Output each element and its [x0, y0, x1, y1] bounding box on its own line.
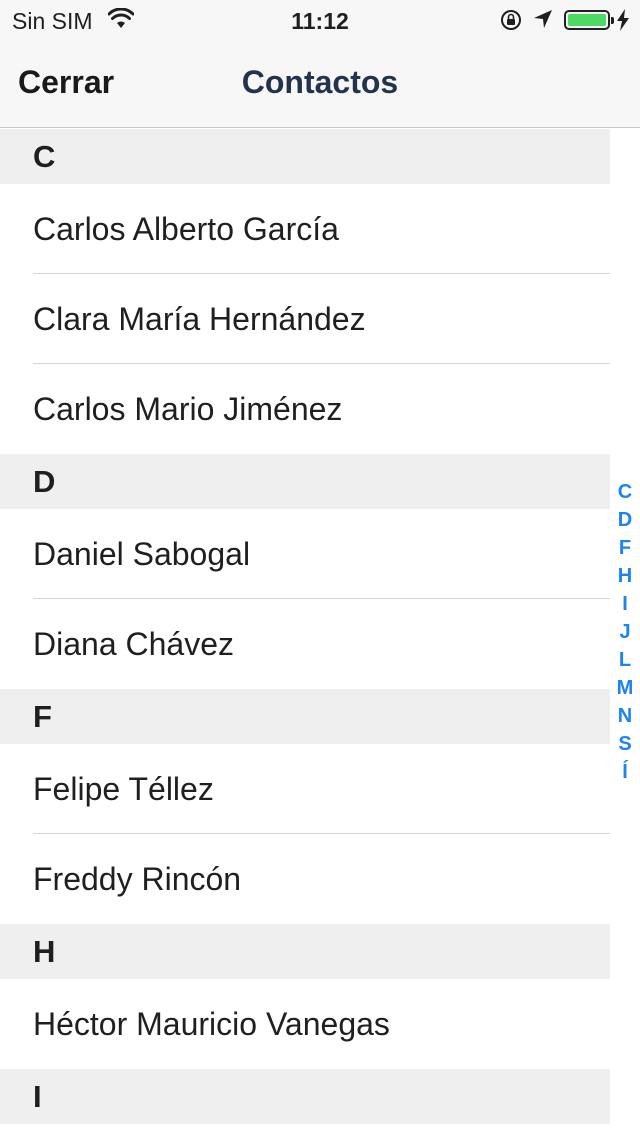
index-letter[interactable]: F: [610, 534, 640, 562]
index-letter[interactable]: I: [610, 590, 640, 618]
contacts-screen: Sin SIM 11:12 Contactos Cerrar C Carlos …: [0, 0, 640, 1136]
section-header: H: [0, 924, 610, 979]
contact-row[interactable]: Carlos Mario Jiménez: [0, 364, 610, 454]
contact-row[interactable]: Freddy Rincón: [0, 834, 610, 924]
contact-row[interactable]: Daniel Sabogal: [0, 509, 610, 599]
location-arrow-icon: [534, 10, 552, 28]
contact-row[interactable]: Clara María Hernández: [0, 274, 610, 364]
contacts-list[interactable]: C Carlos Alberto García Clara María Hernán…: [0, 129, 640, 1136]
contact-row[interactable]: Héctor Mauricio Vanegas: [0, 979, 610, 1069]
index-letter[interactable]: Í: [610, 758, 640, 786]
section-header: I: [0, 1069, 610, 1124]
contact-row[interactable]: Diana Chávez: [0, 599, 610, 689]
section-header: D: [0, 454, 610, 509]
contact-row[interactable]: Felipe Téllez: [0, 744, 610, 834]
top-bar: Sin SIM 11:12 Contactos Cerrar: [0, 0, 640, 128]
close-button[interactable]: Cerrar: [18, 64, 114, 101]
index-letter[interactable]: S: [610, 730, 640, 758]
index-letter[interactable]: D: [610, 506, 640, 534]
section-index[interactable]: CDFHIJLMNSÍ: [610, 478, 640, 786]
index-letter[interactable]: L: [610, 646, 640, 674]
contact-row[interactable]: Carlos Alberto García: [0, 184, 610, 274]
index-letter[interactable]: C: [610, 478, 640, 506]
index-letter[interactable]: M: [610, 674, 640, 702]
index-letter[interactable]: N: [610, 702, 640, 730]
index-letter[interactable]: J: [610, 618, 640, 646]
rotation-lock-icon: [501, 10, 521, 30]
charging-bolt-icon: [617, 9, 629, 31]
battery-icon: [564, 10, 614, 30]
status-bar: Sin SIM 11:12: [0, 0, 640, 40]
section-header: F: [0, 689, 610, 744]
section-header: C: [0, 129, 610, 184]
index-letter[interactable]: H: [610, 562, 640, 590]
